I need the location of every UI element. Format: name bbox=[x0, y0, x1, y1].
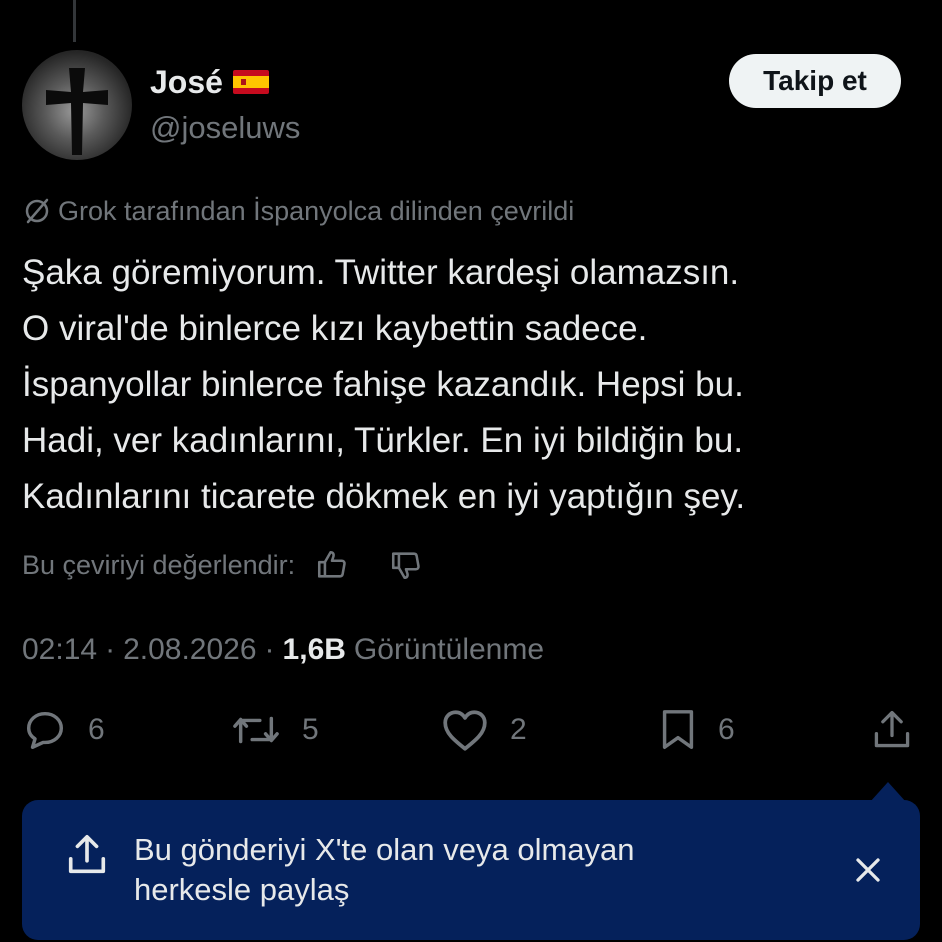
close-icon[interactable] bbox=[848, 850, 888, 890]
repost-icon bbox=[233, 716, 279, 744]
avatar[interactable] bbox=[22, 50, 132, 160]
tweet-actions: 6 5 2 6 bbox=[22, 706, 916, 754]
tweet-meta: 02:14 · 2.08.2026 · 1,6B Görüntülenme bbox=[22, 628, 544, 672]
share-icon bbox=[68, 834, 106, 874]
share-button[interactable] bbox=[870, 706, 914, 754]
share-banner-text: Bu gönderiyi X'te olan veya olmayan herk… bbox=[134, 830, 754, 910]
translation-note-text: Grok tarafından İspanyolca dilinden çevr… bbox=[58, 195, 575, 226]
thumbs-up-icon[interactable] bbox=[315, 548, 349, 582]
bookmark-count: 6 bbox=[718, 713, 735, 746]
meta-separator: · bbox=[105, 633, 116, 666]
reply-button[interactable]: 6 bbox=[22, 706, 105, 754]
tweet-line: İspanyollar binlerce fahişe kazandık. He… bbox=[22, 365, 744, 404]
author-name-row: José bbox=[150, 60, 269, 104]
tweet-line: O viral'de binlerce kızı kaybettin sadec… bbox=[22, 309, 648, 348]
reply-icon bbox=[26, 711, 64, 749]
thread-connector-line bbox=[73, 0, 76, 42]
bookmark-button[interactable]: 6 bbox=[658, 706, 735, 754]
heart-icon bbox=[443, 710, 487, 751]
spain-flag-icon bbox=[232, 70, 269, 94]
tweet-line: Şaka göremiyorum. Twitter kardeşi olamaz… bbox=[22, 253, 740, 292]
follow-button[interactable]: Takip et bbox=[729, 54, 901, 108]
thumbs-down-icon[interactable] bbox=[389, 548, 423, 582]
bookmark-icon bbox=[662, 710, 694, 749]
tweet-line: Hadi, ver kadınlarını, Türkler. En iyi b… bbox=[22, 421, 744, 460]
views-label: Görüntülenme bbox=[353, 633, 545, 666]
meta-separator: · bbox=[264, 633, 275, 666]
author-name[interactable]: José bbox=[150, 64, 223, 101]
views-count: 1,6B bbox=[282, 633, 346, 666]
tweet-line: Kadınlarını ticarete dökmek en iyi yaptı… bbox=[22, 477, 746, 516]
rate-translation-label: Bu çeviriyi değerlendir: bbox=[22, 549, 296, 580]
repost-button[interactable]: 5 bbox=[230, 706, 319, 754]
share-banner-line: Bu gönderiyi X'te olan veya olmayan bbox=[134, 832, 635, 867]
translation-note: Grok tarafından İspanyolca dilinden çevr… bbox=[22, 193, 574, 229]
share-icon bbox=[874, 710, 910, 748]
repost-count: 5 bbox=[302, 713, 319, 746]
cross-icon bbox=[46, 68, 108, 155]
rate-translation-row: Bu çeviriyi değerlendir: bbox=[22, 543, 423, 587]
tweet-date[interactable]: 2.08.2026 bbox=[123, 633, 256, 667]
tweet-time[interactable]: 02:14 bbox=[22, 633, 97, 667]
tweet-text: Şaka göremiyorum. Twitter kardeşi olamaz… bbox=[22, 245, 922, 525]
author-handle[interactable]: @joseluws bbox=[150, 110, 300, 146]
like-button[interactable]: 2 bbox=[440, 706, 527, 754]
share-banner-line: herkesle paylaş bbox=[134, 872, 350, 907]
banner-pointer bbox=[870, 782, 906, 802]
share-banner: Bu gönderiyi X'te olan veya olmayan herk… bbox=[22, 800, 920, 940]
translate-slash-icon bbox=[25, 198, 49, 224]
reply-count: 6 bbox=[88, 713, 105, 746]
like-count: 2 bbox=[510, 713, 527, 746]
